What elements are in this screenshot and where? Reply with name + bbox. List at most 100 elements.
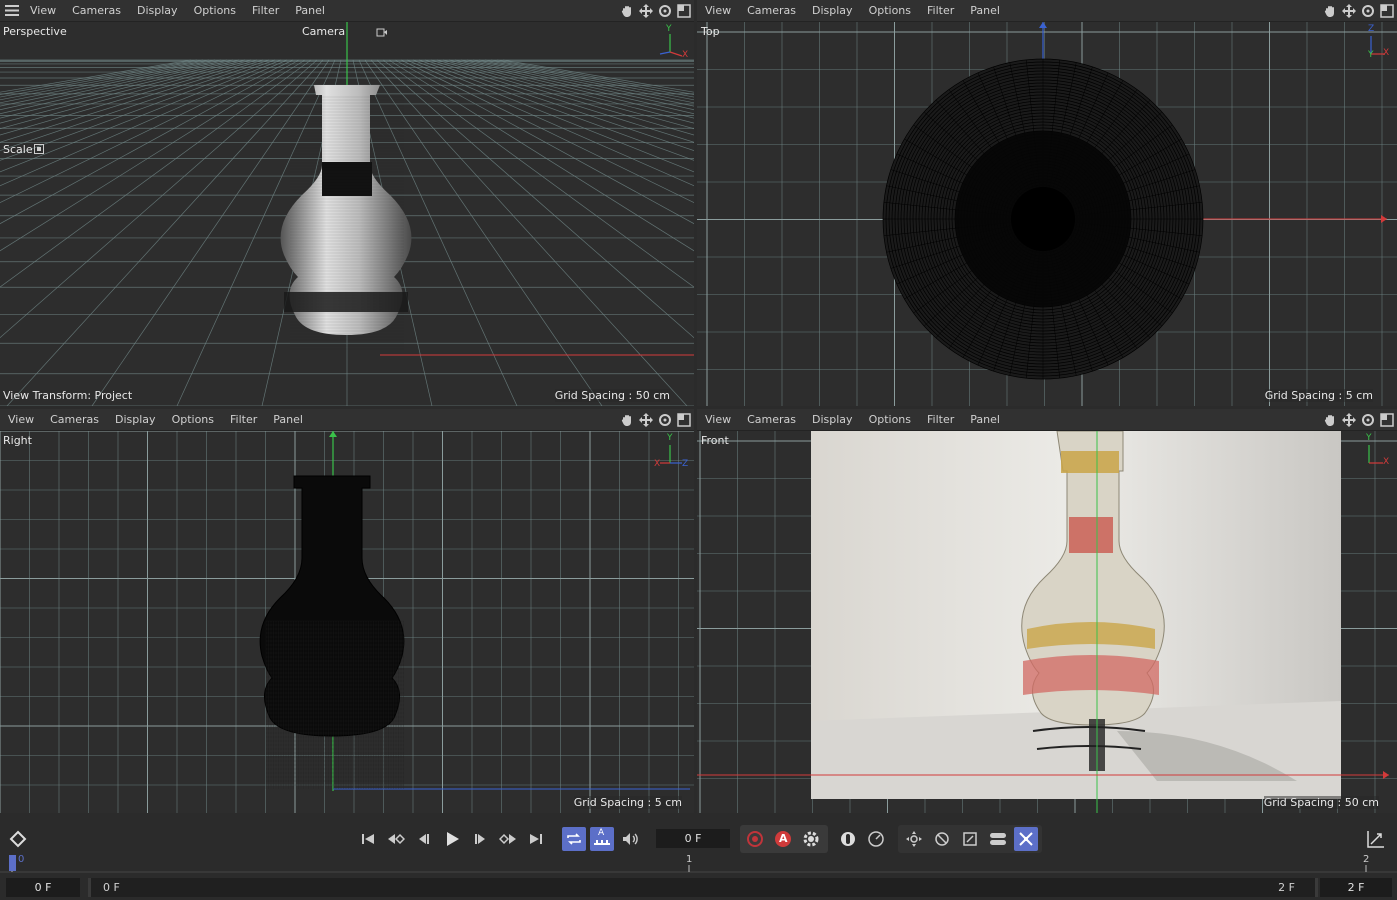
menu-cameras[interactable]: Cameras (739, 409, 804, 430)
menu-filter[interactable]: Filter (244, 0, 287, 21)
maximize-icon[interactable] (1379, 3, 1395, 19)
move-arrows-icon[interactable] (638, 412, 654, 428)
maximize-icon[interactable] (676, 412, 692, 428)
start-frame-value: 0 F (34, 881, 52, 894)
hamburger-icon[interactable] (2, 0, 22, 21)
rotate-icon[interactable] (657, 3, 673, 19)
ruler-mark-1: 1 (686, 854, 693, 865)
ruler-mark-2: 2 (1363, 854, 1370, 865)
grid-spacing-label: Grid Spacing : 5 cm (1264, 389, 1373, 402)
motion-system-icon[interactable] (836, 827, 860, 851)
scale-toggle-icon[interactable] (34, 144, 44, 154)
end-frame-field[interactable]: 2 F (1320, 878, 1392, 897)
grid-spacing-label: Grid Spacing : 5 cm (573, 796, 682, 809)
viewport-name: Front (701, 434, 729, 447)
maximize-icon[interactable] (676, 3, 692, 19)
move-arrows-icon[interactable] (638, 3, 654, 19)
timeline-ruler[interactable]: 0 1 2 (0, 853, 1397, 873)
sound-icon[interactable] (618, 827, 642, 851)
menu-view[interactable]: View (0, 409, 42, 430)
menu-view[interactable]: View (22, 0, 64, 21)
range-start-value: 0 F (103, 881, 120, 894)
maximize-icon[interactable] (1379, 412, 1395, 428)
menu-view[interactable]: View (697, 409, 739, 430)
menu-panel[interactable]: Panel (287, 0, 333, 21)
axis-y-label: Y (667, 433, 673, 443)
axis-gizmo: Y X (656, 24, 688, 62)
viewport-name: Right (3, 434, 32, 447)
right-canvas[interactable]: Right Grid Spacing : 5 cm Y X Z (0, 431, 694, 813)
front-canvas[interactable]: Front Grid Spacing : 50 cm Y X (697, 431, 1397, 813)
top-canvas[interactable]: Top Grid Spacing : 5 cm Z X Y (697, 22, 1397, 406)
keyframe-settings-gear-icon[interactable] (799, 827, 823, 851)
move-arrows-icon[interactable] (1341, 3, 1357, 19)
hand-pan-icon[interactable] (1322, 3, 1338, 19)
key-point-level-icon[interactable] (1014, 827, 1038, 851)
key-rotation-icon[interactable] (930, 827, 954, 851)
key-scale-icon[interactable] (958, 827, 982, 851)
autokey-button[interactable]: A (771, 827, 795, 851)
play-button[interactable] (440, 827, 464, 851)
grid-spacing-label: Grid Spacing : 50 cm (1263, 796, 1379, 809)
menu-view[interactable]: View (697, 0, 739, 21)
go-to-start-button[interactable] (356, 827, 380, 851)
rotate-icon[interactable] (1360, 412, 1376, 428)
loop-button[interactable] (562, 827, 586, 851)
current-frame-value: 0 F (684, 832, 702, 845)
animation-mode-button[interactable]: A (590, 827, 614, 851)
menu-options[interactable]: Options (186, 0, 244, 21)
menu-filter[interactable]: Filter (919, 0, 962, 21)
menu-panel[interactable]: Panel (962, 409, 1008, 430)
reference-photo (811, 431, 1341, 799)
record-keyframe-button[interactable] (743, 827, 767, 851)
range-slider[interactable]: 0 F 2 F (88, 878, 1318, 897)
rotate-icon[interactable] (657, 412, 673, 428)
menu-display[interactable]: Display (804, 409, 861, 430)
viewport-top[interactable]: View Cameras Display Options Filter Pane… (697, 0, 1397, 406)
viewport-front[interactable]: View Cameras Display Options Filter Pane… (697, 409, 1397, 813)
menu-cameras[interactable]: Cameras (64, 0, 129, 21)
menu-cameras[interactable]: Cameras (739, 0, 804, 21)
key-position-icon[interactable] (902, 827, 926, 851)
camera-lock-icon[interactable] (376, 26, 388, 38)
start-frame-field[interactable]: 0 F (6, 878, 80, 897)
prev-key-button[interactable] (384, 827, 408, 851)
vase-model (280, 85, 412, 350)
move-arrows-icon[interactable] (1341, 412, 1357, 428)
axis-gizmo: Y X (1355, 433, 1389, 471)
rotate-icon[interactable] (1360, 3, 1376, 19)
next-key-button[interactable] (496, 827, 520, 851)
menu-display[interactable]: Display (107, 409, 164, 430)
menu-display[interactable]: Display (129, 0, 186, 21)
current-frame-field[interactable]: 0 F (656, 829, 730, 848)
go-to-end-button[interactable] (524, 827, 548, 851)
key-parameter-icon[interactable] (986, 827, 1010, 851)
prev-frame-button[interactable] (412, 827, 436, 851)
camera-label: Camera (302, 25, 346, 38)
menu-panel[interactable]: Panel (265, 409, 311, 430)
hand-pan-icon[interactable] (619, 412, 635, 428)
menu-options[interactable]: Options (164, 409, 222, 430)
menu-filter[interactable]: Filter (222, 409, 265, 430)
viewport-right[interactable]: View Cameras Display Options Filter Pane… (0, 409, 694, 813)
viewport-perspective[interactable]: View Cameras Display Options Filter Pane… (0, 0, 694, 406)
menu-display[interactable]: Display (804, 0, 861, 21)
menu-filter[interactable]: Filter (919, 409, 962, 430)
viewport-menubar: View Cameras Display Options Filter Pane… (697, 0, 1397, 22)
x-axis-arrow (1381, 215, 1387, 223)
keyframe-diamond-button[interactable] (6, 827, 30, 851)
hand-pan-icon[interactable] (619, 3, 635, 19)
perspective-canvas[interactable]: Perspective Camera Scale View Transform:… (0, 22, 694, 406)
menu-options[interactable]: Options (861, 409, 919, 430)
timing-icon[interactable] (864, 827, 888, 851)
hand-pan-icon[interactable] (1322, 412, 1338, 428)
menu-panel[interactable]: Panel (962, 0, 1008, 21)
ruler-mark-0: 0 (18, 854, 25, 865)
menu-cameras[interactable]: Cameras (42, 409, 107, 430)
playhead[interactable] (9, 855, 16, 871)
scale-label: Scale (3, 143, 33, 156)
next-frame-button[interactable] (468, 827, 492, 851)
fcurve-icon[interactable] (1364, 827, 1388, 851)
vase-wireframe-side (259, 475, 405, 789)
menu-options[interactable]: Options (861, 0, 919, 21)
